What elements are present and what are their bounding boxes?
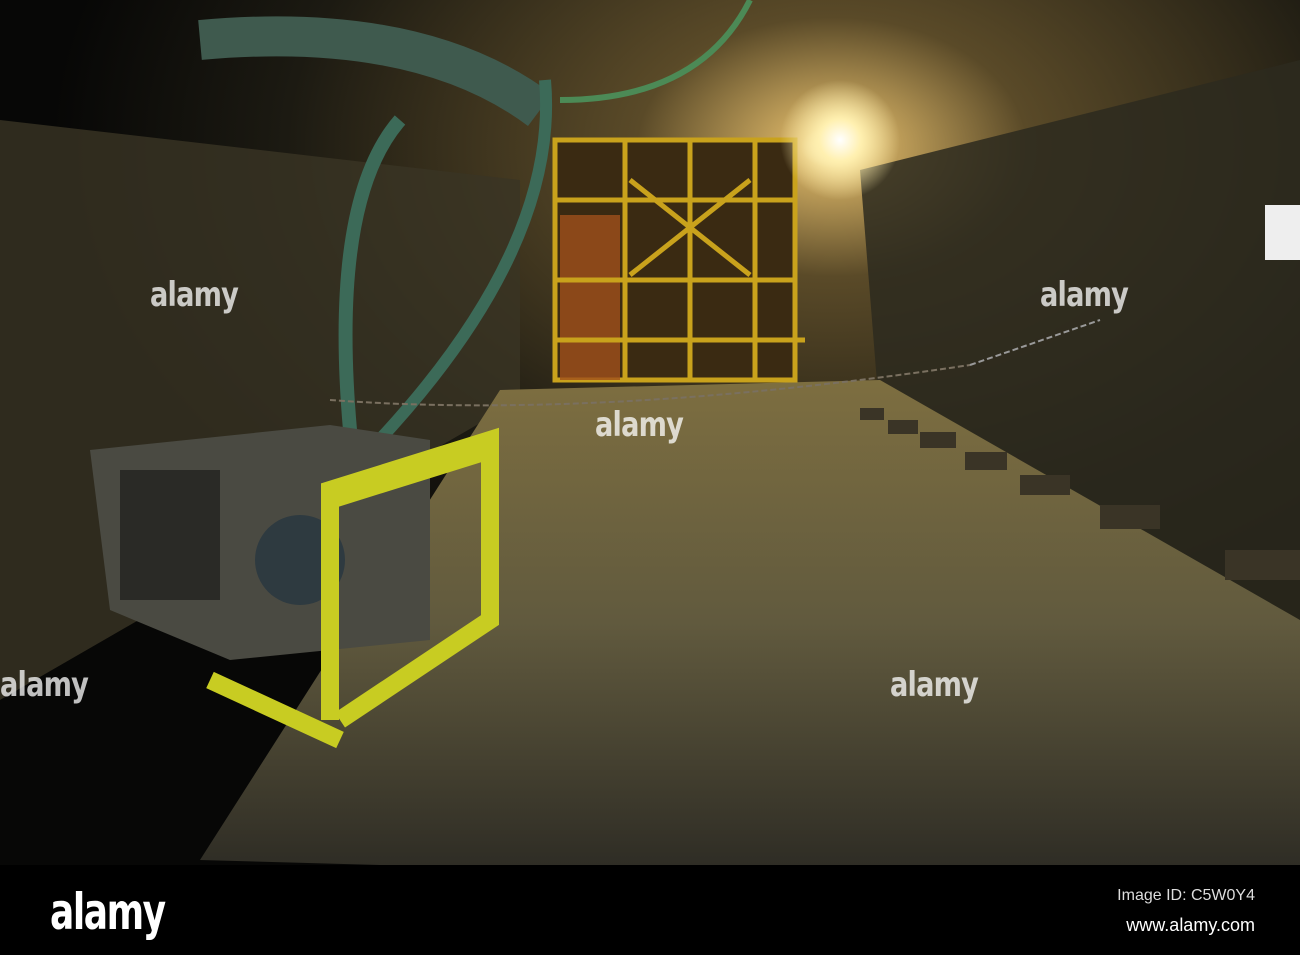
cage-gate [552, 137, 805, 383]
watermark: alamy [150, 275, 239, 315]
website-link: www.alamy.com [1126, 915, 1255, 935]
warning-sign [1265, 205, 1300, 260]
footer-bar: alamy Image ID: C5W0Y4 www.alamy.com [0, 865, 1300, 955]
watermark: alamy [595, 405, 684, 445]
watermark: alamy [0, 665, 89, 705]
alamy-logo: alamy [50, 883, 166, 941]
ceiling-lamp [780, 80, 900, 200]
watermark: alamy [890, 665, 979, 705]
image-id: Image ID: C5W0Y4 [1117, 887, 1255, 904]
watermark: alamy [1040, 275, 1129, 315]
